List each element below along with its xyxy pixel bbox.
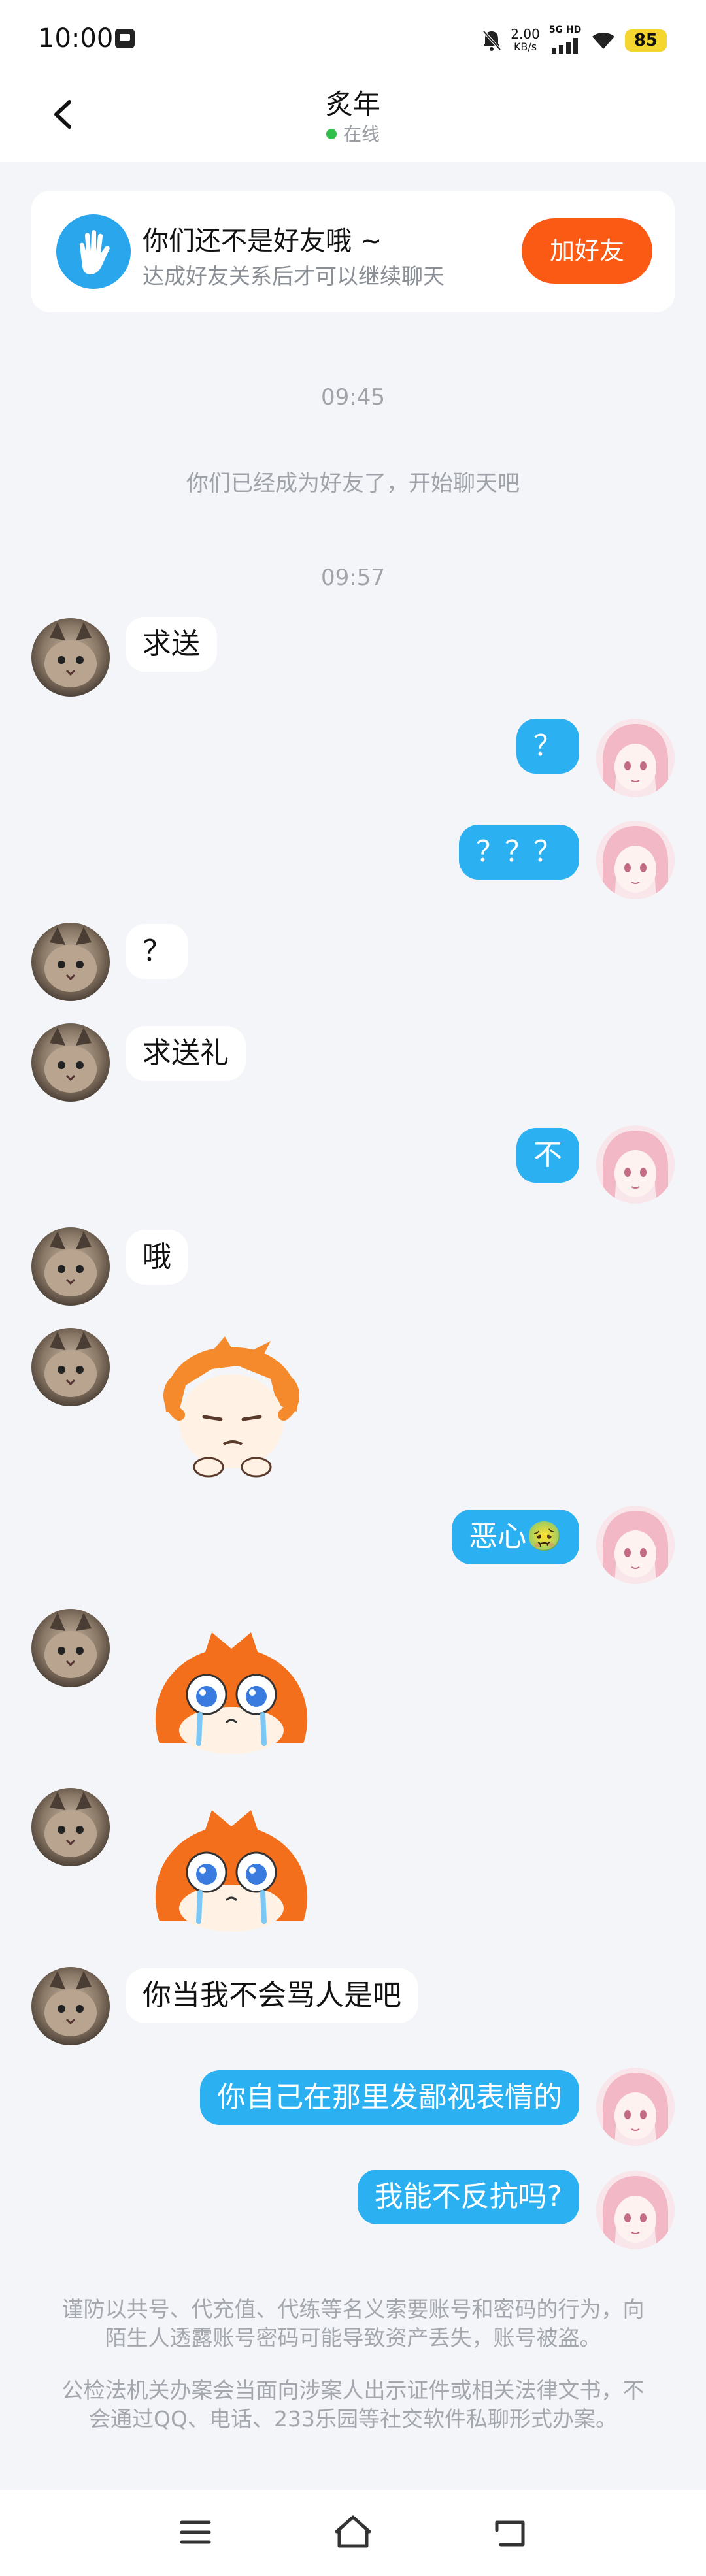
network-speed: 2.00 KB/s	[511, 27, 540, 54]
battery-indicator: 85	[624, 29, 667, 52]
mute-bell-icon	[482, 30, 501, 51]
not-friends-card: 你们还不是好友哦 ~ 达成好友关系后才可以继续聊天 加好友	[31, 191, 675, 312]
message-bubble-incoming[interactable]: 哦	[126, 1230, 188, 1285]
my-avatar[interactable]	[596, 2068, 675, 2146]
online-dot-icon	[326, 129, 337, 139]
menu-icon	[180, 2520, 211, 2544]
contact-avatar[interactable]	[31, 1023, 110, 1102]
chat-title: 炙年	[325, 88, 380, 120]
add-friend-button[interactable]: 加好友	[522, 218, 652, 284]
message-bubble-incoming[interactable]: 求送	[126, 617, 217, 672]
message-bubble-outgoing[interactable]: 你自己在那里发鄙视表情的	[200, 2070, 579, 2125]
message-bubble-incoming[interactable]: 求送礼	[126, 1026, 246, 1081]
not-friends-subtitle: 达成好友关系后才可以继续聊天	[143, 263, 445, 289]
home-button[interactable]	[330, 2509, 376, 2555]
message-bubble-incoming[interactable]: ？	[126, 924, 188, 979]
waving-hand-icon	[56, 214, 131, 289]
contact-avatar[interactable]	[31, 1227, 110, 1306]
timestamp: 09:45	[321, 384, 385, 410]
message-bubble-outgoing[interactable]: 我能不反抗吗?	[357, 2170, 579, 2224]
return-button[interactable]	[488, 2509, 533, 2555]
contact-avatar[interactable]	[31, 1788, 110, 1866]
message-bubble-outgoing[interactable]: ？	[516, 719, 579, 774]
my-avatar[interactable]	[596, 1506, 675, 1584]
message-bubble-outgoing[interactable]: ？？？	[459, 825, 579, 880]
contact-avatar[interactable]	[31, 1328, 110, 1406]
friendship-notice: 你们已经成为好友了，开始聊天吧	[186, 471, 520, 497]
message-bubble-incoming[interactable]: 你当我不会骂人是吧	[126, 1968, 418, 2023]
message-notification-icon	[115, 29, 135, 48]
status-indicators: 2.00 KB/s 5G HD 85	[482, 25, 667, 55]
security-warning-account: 谨防以共号、代充值、代练等名义索要账号和密码的行为，向陌生人透露账号密码可能导致…	[61, 2296, 645, 2351]
my-avatar[interactable]	[596, 719, 675, 797]
menu-button[interactable]	[173, 2509, 218, 2555]
status-bar: 10:00 2.00 KB/s 5G HD 85	[0, 0, 706, 72]
online-status: 在线	[0, 120, 706, 146]
not-friends-title: 你们还不是好友哦 ~	[143, 226, 382, 256]
chat-header: 炙年 在线	[0, 72, 706, 162]
contact-avatar[interactable]	[31, 1967, 110, 2045]
online-status-text: 在线	[343, 124, 380, 145]
network-type: 5G HD	[548, 25, 582, 35]
message-bubble-outgoing[interactable]: 不	[516, 1128, 579, 1183]
message-bubble-outgoing[interactable]: 恶心🤢	[452, 1510, 579, 1564]
security-warning-police: 公检法机关办案会当面向涉案人出示证件或相关法律文书，不会通过QQ、电话、233乐…	[61, 2377, 645, 2432]
wifi-icon	[592, 33, 614, 49]
speed-value: 2.00	[511, 26, 540, 42]
crying-orange-character-sticker[interactable]	[140, 1791, 323, 1947]
cell-signal-icon: 5G HD	[548, 25, 582, 54]
contact-avatar[interactable]	[31, 923, 110, 1001]
my-avatar[interactable]	[596, 821, 675, 899]
speed-unit: KB/s	[513, 41, 537, 53]
status-time: 10:00	[38, 24, 114, 54]
crying-orange-character-sticker[interactable]	[140, 1613, 323, 1770]
my-avatar[interactable]	[596, 2171, 675, 2249]
annoyed-orange-character-sticker[interactable]	[140, 1333, 323, 1490]
my-avatar[interactable]	[596, 1125, 675, 1204]
return-icon	[495, 2520, 525, 2547]
contact-avatar[interactable]	[31, 618, 110, 697]
contact-avatar[interactable]	[31, 1609, 110, 1687]
timestamp: 09:57	[321, 565, 385, 591]
system-navigation-bar	[0, 2490, 706, 2576]
home-icon	[335, 2515, 371, 2548]
